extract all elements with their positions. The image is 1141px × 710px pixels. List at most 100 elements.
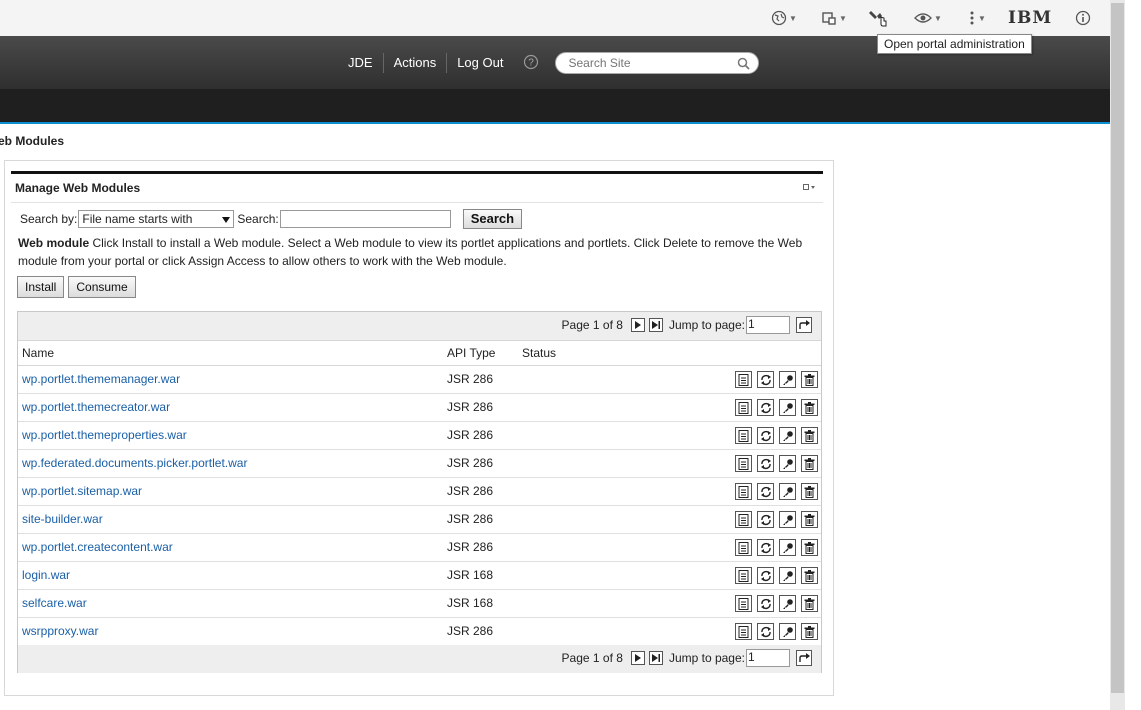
row-actions [735,483,818,500]
web-module-link[interactable]: wp.portlet.createcontent.war [22,534,173,561]
last-page-icon[interactable] [648,318,663,332]
delete-icon[interactable] [801,455,818,472]
delete-icon[interactable] [801,427,818,444]
assign-access-icon[interactable] [779,483,796,500]
web-module-link[interactable]: wp.portlet.sitemap.war [22,478,142,505]
update-icon[interactable] [757,371,774,388]
search-button[interactable]: Search [462,209,523,229]
jump-to-page-input[interactable]: 1 [746,316,790,334]
update-icon[interactable] [757,427,774,444]
assign-access-icon[interactable] [779,511,796,528]
details-icon[interactable] [735,399,752,416]
column-header-name[interactable]: Name [22,341,54,365]
nav-logout-link[interactable]: Log Out [446,53,513,73]
assign-access-icon[interactable] [779,595,796,612]
header-nav: JDE Actions Log Out ? [338,52,760,74]
next-page-icon[interactable] [630,651,645,665]
go-arrow-icon[interactable] [796,317,812,333]
update-icon[interactable] [757,399,774,416]
search-icon[interactable] [737,57,751,73]
table-row: wp.portlet.thememanager.war JSR 286 [18,366,821,394]
details-icon[interactable] [735,623,752,640]
assign-access-icon[interactable] [779,399,796,416]
go-arrow-icon[interactable] [796,650,812,666]
consume-button[interactable]: Consume [68,276,136,298]
last-page-icon[interactable] [648,651,663,665]
page-indicator: Page 1 of 8 [561,318,623,332]
update-icon[interactable] [757,539,774,556]
delete-icon[interactable] [801,511,818,528]
details-icon[interactable] [735,567,752,584]
delete-icon[interactable] [801,539,818,556]
web-module-link[interactable]: selfcare.war [22,590,87,617]
nav-actions-link[interactable]: Actions [382,53,447,73]
table-row: wp.federated.documents.picker.portlet.wa… [18,450,821,478]
site-search-input[interactable] [566,53,737,73]
update-icon[interactable] [757,595,774,612]
web-module-link[interactable]: wp.federated.documents.picker.portlet.wa… [22,450,247,477]
web-module-link[interactable]: wp.portlet.themecreator.war [22,394,170,421]
info-button[interactable] [1075,8,1091,28]
assign-access-icon[interactable] [779,539,796,556]
table-header: Name API Type Status [18,340,821,366]
help-icon[interactable]: ? [523,54,539,73]
pager-bottom: Page 1 of 8 Jump to page: 1 [18,645,821,673]
update-icon[interactable] [757,483,774,500]
delete-icon[interactable] [801,483,818,500]
assign-access-icon[interactable] [779,427,796,444]
update-icon[interactable] [757,455,774,472]
details-icon[interactable] [735,511,752,528]
install-button[interactable]: Install [17,276,65,298]
layout-icon [821,10,837,26]
next-page-icon[interactable] [630,318,645,332]
web-module-link[interactable]: wp.portlet.thememanager.war [22,366,180,393]
row-actions [735,567,818,584]
search-text-input[interactable] [279,210,451,228]
details-icon[interactable] [735,371,752,388]
view-menu-button[interactable]: ▼ [914,8,942,28]
assign-access-icon[interactable] [779,623,796,640]
assign-access-icon[interactable] [779,371,796,388]
api-type-cell: JSR 286 [447,512,494,526]
details-icon[interactable] [735,483,752,500]
delete-icon[interactable] [801,567,818,584]
delete-icon[interactable] [801,623,818,640]
details-icon[interactable] [735,595,752,612]
details-icon[interactable] [735,455,752,472]
update-icon[interactable] [757,511,774,528]
update-icon[interactable] [757,567,774,584]
table-row: login.war JSR 168 [18,562,821,590]
delete-icon[interactable] [801,595,818,612]
eye-icon [914,11,932,25]
nav-user-link[interactable]: JDE [338,53,383,73]
portlet-menu-button[interactable] [803,183,817,193]
jump-to-page-input[interactable]: 1 [746,649,790,667]
more-actions-button[interactable]: ▼ [968,8,986,28]
layout-menu-button[interactable]: ▼ [821,8,847,28]
delete-icon[interactable] [801,399,818,416]
page-scrollbar[interactable] [1110,0,1125,710]
column-header-status[interactable]: Status [522,341,556,365]
api-type-cell: JSR 286 [447,400,494,414]
scrollbar-thumb[interactable] [1111,3,1124,693]
web-module-link[interactable]: site-builder.war [22,506,103,533]
portal-admin-button[interactable] [868,8,890,28]
row-actions [735,399,818,416]
search-by-select[interactable]: File name starts with [78,210,235,228]
tooltip: Open portal administration [877,34,1032,54]
row-actions [735,539,818,556]
delete-icon[interactable] [801,371,818,388]
assign-access-icon[interactable] [779,455,796,472]
globe-menu-button[interactable]: ▼ [771,8,797,28]
web-module-link[interactable]: wsrpproxy.war [22,618,98,645]
portlet-title: Manage Web Modules [15,181,141,195]
details-icon[interactable] [735,427,752,444]
web-module-link[interactable]: wp.portlet.themeproperties.war [22,422,187,449]
search-label: Search: [237,212,279,226]
site-search-box [555,52,760,74]
details-icon[interactable] [735,539,752,556]
web-module-link[interactable]: login.war [22,562,70,589]
column-header-api-type[interactable]: API Type [447,341,495,365]
assign-access-icon[interactable] [779,567,796,584]
update-icon[interactable] [757,623,774,640]
